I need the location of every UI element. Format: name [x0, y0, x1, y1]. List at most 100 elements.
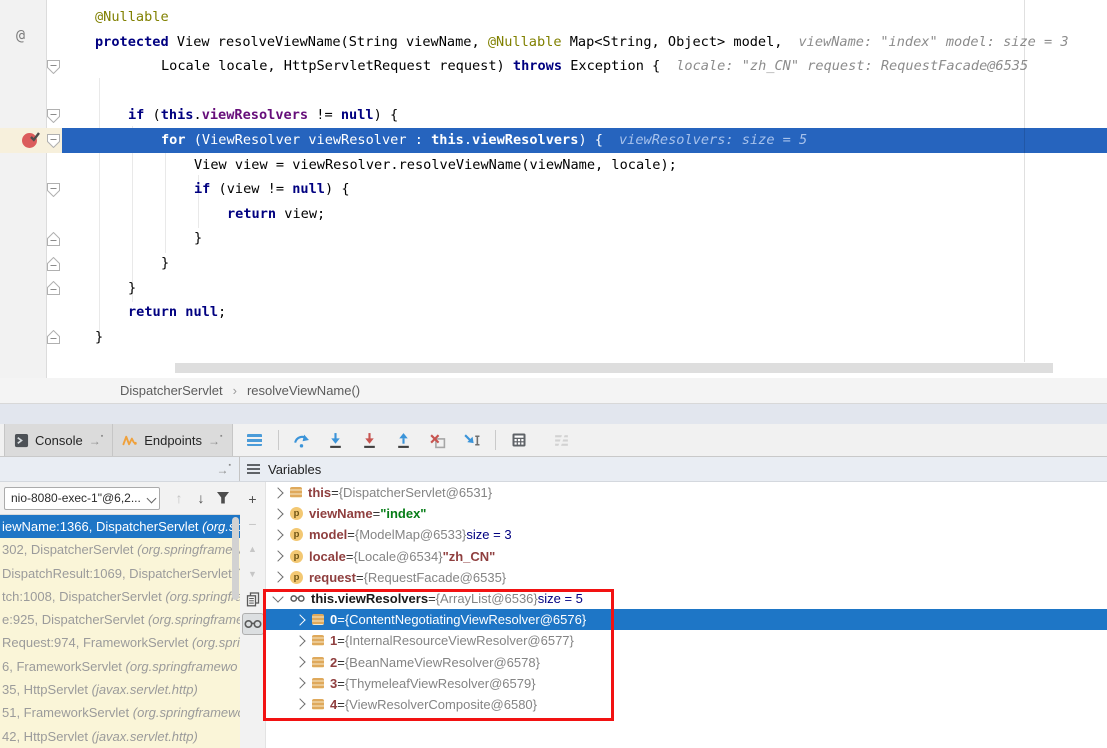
show-watches-button[interactable]: [242, 613, 264, 635]
fold-marker-icon[interactable]: [47, 232, 60, 246]
force-step-into-button[interactable]: [358, 428, 382, 452]
expand-chevron-icon[interactable]: [272, 487, 283, 498]
code-line[interactable]: }: [62, 325, 1107, 350]
expand-chevron-icon[interactable]: [294, 656, 305, 667]
code-area[interactable]: @Nullableprotected View resolveViewName(…: [62, 0, 1107, 349]
expand-chevron-icon[interactable]: [272, 550, 283, 561]
run-to-cursor-button[interactable]: [460, 428, 484, 452]
tab-endpoints[interactable]: Endpoints →▪: [113, 424, 232, 456]
editor-horizontal-scrollbar[interactable]: [175, 363, 1053, 373]
code-line[interactable]: Locale locale, HttpServletRequest reques…: [62, 54, 1107, 79]
move-watch-up-button[interactable]: ▲: [242, 538, 264, 560]
variables-title: Variables: [268, 462, 321, 477]
duplicate-watch-button[interactable]: [242, 588, 264, 610]
expand-chevron-icon[interactable]: [272, 591, 283, 602]
expand-chevron-icon[interactable]: [294, 614, 305, 625]
watches-toolbar: + − ▲ ▼: [240, 482, 266, 748]
code-line[interactable]: }: [62, 276, 1107, 301]
variable-row[interactable]: 0 = {ContentNegotiatingViewResolver@6576…: [266, 609, 1107, 630]
fold-marker-icon[interactable]: [47, 134, 60, 148]
execution-line[interactable]: for (ViewResolver viewResolver : this.vi…: [62, 128, 1107, 153]
code-line[interactable]: View view = viewResolver.resolveViewName…: [62, 153, 1107, 178]
expand-chevron-icon[interactable]: [272, 508, 283, 519]
code-line[interactable]: if (view != null) {: [62, 177, 1107, 202]
code-line[interactable]: if (this.viewResolvers != null) {: [62, 103, 1107, 128]
frame-row[interactable]: 51, FrameworkServlet (org.springframewo: [0, 701, 240, 724]
trace-stream-icon: [553, 432, 570, 449]
expand-chevron-icon[interactable]: [294, 678, 305, 689]
expand-chevron-icon[interactable]: [272, 572, 283, 583]
code-line[interactable]: return view;: [62, 202, 1107, 227]
code-line[interactable]: return null;: [62, 300, 1107, 325]
value-icon: [312, 699, 324, 710]
move-frame-down-button[interactable]: ↓: [190, 487, 212, 509]
variable-row[interactable]: pmodel = {ModelMap@6533} size = 3: [266, 524, 1107, 545]
toolbar-separator: [278, 430, 279, 450]
variable-row[interactable]: prequest = {RequestFacade@6535}: [266, 567, 1107, 588]
breadcrumb-item-method[interactable]: resolveViewName(): [247, 383, 360, 398]
fold-marker-icon[interactable]: [47, 330, 60, 344]
variable-row[interactable]: 3 = {ThymeleafViewResolver@6579}: [266, 673, 1107, 694]
remove-watch-button[interactable]: −: [242, 513, 264, 535]
breadcrumb-item-class[interactable]: DispatcherServlet: [120, 383, 223, 398]
add-watch-button[interactable]: +: [242, 488, 264, 510]
frame-row[interactable]: e:925, DispatcherServlet (org.springfram…: [0, 608, 240, 631]
frame-row[interactable]: DispatchResult:1069, DispatcherServlet (…: [0, 562, 240, 585]
variables-menu-icon[interactable]: [247, 464, 260, 474]
step-out-button[interactable]: [392, 428, 416, 452]
evaluate-expression-button[interactable]: [507, 428, 531, 452]
code-editor[interactable]: @ @Nullableprotected View resolveViewNam…: [0, 0, 1107, 379]
right-margin-guide: [1024, 0, 1025, 362]
variable-row[interactable]: 4 = {ViewResolverComposite@6580}: [266, 694, 1107, 715]
frame-row[interactable]: 42, HttpServlet (javax.servlet.http): [0, 725, 240, 748]
jump-to-source-icon: →▪: [208, 433, 222, 448]
value-icon: [312, 657, 324, 668]
variable-row[interactable]: 1 = {InternalResourceViewResolver@6577}: [266, 630, 1107, 651]
trace-stream-button[interactable]: [550, 428, 574, 452]
fold-marker-icon[interactable]: [47, 109, 60, 123]
frame-row[interactable]: 35, HttpServlet (javax.servlet.http): [0, 678, 240, 701]
fold-marker-icon[interactable]: [47, 60, 60, 74]
minus-icon: −: [248, 516, 256, 532]
jump-to-source-icon: →▪: [89, 433, 103, 448]
variable-row[interactable]: this = {DispatcherServlet@6531}: [266, 482, 1107, 503]
frame-row[interactable]: Request:974, FrameworkServlet (org.sprin…: [0, 631, 240, 654]
code-line[interactable]: }: [62, 226, 1107, 251]
code-line[interactable]: protected View resolveViewName(String vi…: [62, 30, 1107, 55]
step-over-button[interactable]: [290, 428, 314, 452]
frames-scrollbar[interactable]: [232, 517, 239, 600]
drop-frame-button[interactable]: [426, 428, 450, 452]
frame-row[interactable]: iewName:1366, DispatcherServlet (org.sp: [0, 515, 240, 538]
filter-frames-button[interactable]: [212, 487, 234, 509]
variable-row[interactable]: pviewName = "index": [266, 503, 1107, 524]
thread-selector[interactable]: nio-8080-exec-1"@6,2...: [4, 487, 160, 510]
move-frame-up-button[interactable]: ↑: [168, 487, 190, 509]
step-into-button[interactable]: [324, 428, 348, 452]
value-icon: [312, 635, 324, 646]
layout-menu-button[interactable]: [243, 428, 267, 452]
panel-headers-row: →▪ Variables: [0, 457, 1107, 482]
fold-marker-icon[interactable]: [47, 183, 60, 197]
expand-chevron-icon[interactable]: [294, 635, 305, 646]
frame-row[interactable]: 302, DispatcherServlet (org.springframew: [0, 538, 240, 561]
expand-chevron-icon[interactable]: [272, 529, 283, 540]
fold-marker-icon[interactable]: [47, 257, 60, 271]
move-watch-down-button[interactable]: ▼: [242, 563, 264, 585]
frame-row[interactable]: tch:1008, DispatcherServlet (org.springf…: [0, 585, 240, 608]
variable-row[interactable]: 2 = {BeanNameViewResolver@6578}: [266, 652, 1107, 673]
force-step-into-icon: [361, 432, 378, 449]
tab-console[interactable]: Console →▪: [4, 424, 113, 456]
tab-console-label: Console: [35, 433, 83, 448]
triangle-down-icon: ▼: [248, 569, 257, 579]
expand-chevron-icon[interactable]: [294, 699, 305, 710]
breakpoint-icon[interactable]: [21, 130, 40, 149]
frame-row[interactable]: 6, FrameworkServlet (org.springframewo: [0, 655, 240, 678]
value-icon: [312, 614, 324, 625]
code-line[interactable]: }: [62, 251, 1107, 276]
jump-to-source-icon[interactable]: →▪: [217, 462, 231, 477]
variable-row[interactable]: plocale = {Locale@6534} "zh_CN": [266, 546, 1107, 567]
variable-row[interactable]: this.viewResolvers = {ArrayList@6536} si…: [266, 588, 1107, 609]
code-line[interactable]: @Nullable: [62, 5, 1107, 30]
fold-marker-icon[interactable]: [47, 281, 60, 295]
code-line[interactable]: [62, 79, 1107, 104]
